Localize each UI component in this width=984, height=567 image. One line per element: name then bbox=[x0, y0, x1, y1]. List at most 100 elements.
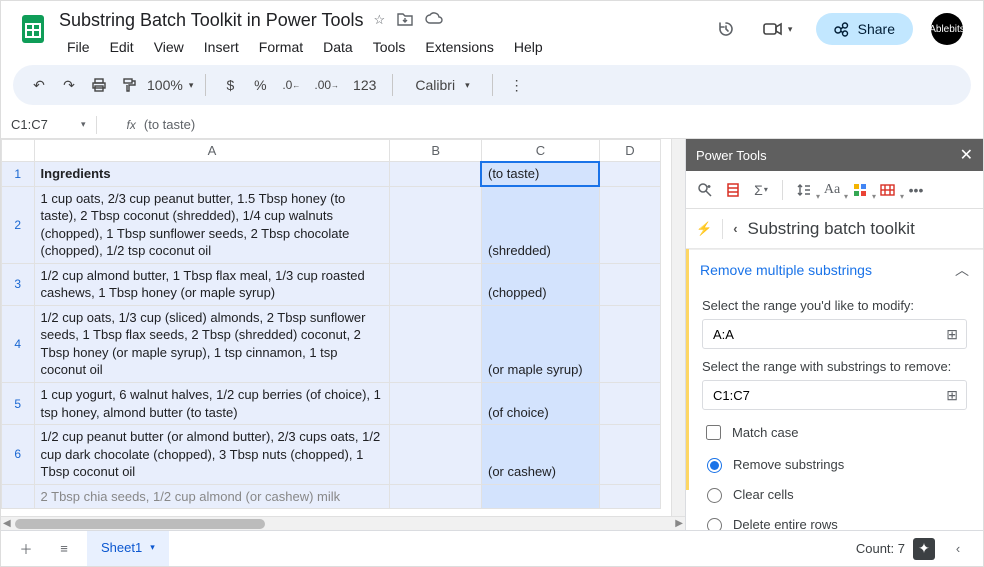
sigma-icon[interactable]: Σ▾ bbox=[750, 179, 772, 201]
cell-d[interactable] bbox=[599, 383, 660, 425]
table-row[interactable]: 41/2 cup oats, 1/3 cup (sliced) almonds,… bbox=[2, 305, 661, 382]
cell-c[interactable]: (to taste) bbox=[481, 162, 599, 187]
cell-c[interactable]: (or cashew) bbox=[481, 425, 599, 485]
range-picker-icon[interactable]: ⊞ bbox=[942, 387, 962, 404]
horizontal-scrollbar[interactable]: ◀ ▶ bbox=[1, 516, 685, 530]
selection-counter[interactable]: Count: 7 bbox=[856, 541, 905, 556]
print-button[interactable] bbox=[87, 71, 111, 99]
range-input[interactable]: ⊞ bbox=[702, 319, 967, 349]
col-header-c[interactable]: C bbox=[481, 140, 599, 162]
percent-button[interactable]: % bbox=[248, 71, 272, 99]
tab-menu-icon[interactable]: ▾ bbox=[150, 542, 155, 553]
option-delete-input[interactable] bbox=[707, 518, 722, 530]
cell-b[interactable] bbox=[390, 383, 482, 425]
cell-a[interactable]: Ingredients bbox=[34, 162, 390, 187]
table-row[interactable]: 31/2 cup almond butter, 1 Tbsp flax meal… bbox=[2, 263, 661, 305]
star-icon[interactable]: ☆ bbox=[374, 12, 386, 28]
grid-scroll[interactable]: A B C D 1Ingredients (to taste)21 cup oat… bbox=[1, 139, 671, 516]
increase-decimal-button[interactable]: .00→ bbox=[310, 71, 343, 99]
more-tools-icon[interactable]: ••• bbox=[905, 179, 927, 201]
cell-b[interactable] bbox=[390, 162, 482, 187]
cell-b[interactable] bbox=[390, 263, 482, 305]
font-select[interactable]: Calibri▾ bbox=[405, 77, 479, 93]
menu-extensions[interactable]: Extensions bbox=[417, 35, 501, 59]
cell-a[interactable]: 1 cup oats, 2/3 cup peanut butter, 1.5 T… bbox=[34, 186, 390, 263]
menu-file[interactable]: File bbox=[59, 35, 98, 59]
cell-d[interactable] bbox=[599, 484, 660, 509]
spreadsheet-grid[interactable]: A B C D 1Ingredients (to taste)21 cup oat… bbox=[1, 139, 661, 509]
split-icon[interactable] bbox=[849, 179, 871, 201]
cell-d[interactable] bbox=[599, 425, 660, 485]
menu-tools[interactable]: Tools bbox=[365, 35, 414, 59]
cell-a[interactable]: 1/2 cup peanut butter (or almond butter)… bbox=[34, 425, 390, 485]
row-header[interactable]: 1 bbox=[2, 162, 35, 187]
cell-a[interactable]: 1/2 cup almond butter, 1 Tbsp flax meal,… bbox=[34, 263, 390, 305]
more-toolbar-button[interactable]: ⋮ bbox=[505, 71, 529, 99]
all-sheets-button[interactable]: ≡ bbox=[49, 535, 79, 563]
col-header-b[interactable]: B bbox=[390, 140, 482, 162]
row-header[interactable] bbox=[2, 484, 35, 509]
redo-button[interactable]: ↷ bbox=[57, 71, 81, 99]
table-row[interactable]: 61/2 cup peanut butter (or almond butter… bbox=[2, 425, 661, 485]
cell-a[interactable]: 1 cup yogurt, 6 walnut halves, 1/2 cup b… bbox=[34, 383, 390, 425]
subrange-input[interactable]: ⊞ bbox=[702, 380, 967, 410]
section-header[interactable]: Remove multiple substrings ︿ bbox=[686, 249, 983, 288]
undo-button[interactable]: ↶ bbox=[27, 71, 51, 99]
dedupe-icon[interactable] bbox=[722, 179, 744, 201]
menu-data[interactable]: Data bbox=[315, 35, 361, 59]
cloud-status-icon[interactable] bbox=[425, 12, 443, 28]
sheets-logo-icon[interactable] bbox=[13, 9, 53, 49]
side-panel-toggle-icon[interactable]: ‹ bbox=[943, 535, 973, 563]
smart-toolbar-icon[interactable] bbox=[694, 179, 716, 201]
col-header-a[interactable]: A bbox=[34, 140, 390, 162]
name-box[interactable]: C1:C7 bbox=[11, 117, 81, 132]
cell-c[interactable]: (of choice) bbox=[481, 383, 599, 425]
number-format-button[interactable]: 123 bbox=[349, 71, 380, 99]
cell-c[interactable]: (shredded) bbox=[481, 186, 599, 263]
option-clear[interactable]: Clear cells bbox=[702, 485, 967, 503]
cell-b[interactable] bbox=[390, 425, 482, 485]
row-header[interactable]: 6 bbox=[2, 425, 35, 485]
doc-title[interactable]: Substring Batch Toolkit in Power Tools bbox=[59, 10, 364, 31]
close-icon[interactable]: ✕ bbox=[960, 145, 973, 165]
menu-insert[interactable]: Insert bbox=[196, 35, 247, 59]
table-row[interactable]: 51 cup yogurt, 6 walnut halves, 1/2 cup … bbox=[2, 383, 661, 425]
cell-a[interactable]: 1/2 cup oats, 1/3 cup (sliced) almonds, … bbox=[34, 305, 390, 382]
bolt-icon[interactable]: ⚡ bbox=[696, 221, 712, 237]
meet-icon[interactable]: ▾ bbox=[758, 15, 798, 43]
move-icon[interactable] bbox=[397, 12, 413, 28]
menu-format[interactable]: Format bbox=[251, 35, 311, 59]
col-header-d[interactable]: D bbox=[599, 140, 660, 162]
cell-b[interactable] bbox=[390, 186, 482, 263]
cell-c[interactable]: (or maple syrup) bbox=[481, 305, 599, 382]
clear-icon[interactable] bbox=[877, 179, 899, 201]
row-header[interactable]: 3 bbox=[2, 263, 35, 305]
table-row[interactable]: 2 Tbsp chia seeds, 1/2 cup almond (or ca… bbox=[2, 484, 661, 509]
row-header[interactable]: 4 bbox=[2, 305, 35, 382]
match-case-input[interactable] bbox=[706, 425, 721, 440]
vertical-scrollbar[interactable] bbox=[671, 139, 685, 516]
subrange-input-field[interactable] bbox=[711, 387, 942, 404]
cell-d[interactable] bbox=[599, 263, 660, 305]
text-case-icon[interactable]: Aa bbox=[821, 179, 843, 201]
cell-c[interactable] bbox=[481, 484, 599, 509]
table-row[interactable]: 1Ingredients (to taste) bbox=[2, 162, 661, 187]
cell-a[interactable]: 2 Tbsp chia seeds, 1/2 cup almond (or ca… bbox=[34, 484, 390, 509]
menu-view[interactable]: View bbox=[146, 35, 192, 59]
option-remove[interactable]: Remove substrings bbox=[702, 455, 967, 473]
tab-sheet1[interactable]: Sheet1 ▾ bbox=[87, 531, 169, 567]
range-picker-icon[interactable]: ⊞ bbox=[942, 326, 962, 343]
history-icon[interactable] bbox=[712, 15, 740, 43]
cell-b[interactable] bbox=[390, 305, 482, 382]
range-input-field[interactable] bbox=[711, 326, 942, 343]
formula-value[interactable]: (to taste) bbox=[144, 117, 195, 132]
decrease-decimal-button[interactable]: .0← bbox=[278, 71, 304, 99]
row-header[interactable]: 5 bbox=[2, 383, 35, 425]
account-avatar[interactable]: Ablebits bbox=[931, 13, 963, 45]
zoom-select[interactable]: 100%▾ bbox=[147, 77, 193, 93]
table-row[interactable]: 21 cup oats, 2/3 cup peanut butter, 1.5 … bbox=[2, 186, 661, 263]
currency-button[interactable]: $ bbox=[218, 71, 242, 99]
back-icon[interactable]: ‹ bbox=[733, 221, 737, 236]
menu-edit[interactable]: Edit bbox=[102, 35, 142, 59]
cell-c[interactable]: (chopped) bbox=[481, 263, 599, 305]
